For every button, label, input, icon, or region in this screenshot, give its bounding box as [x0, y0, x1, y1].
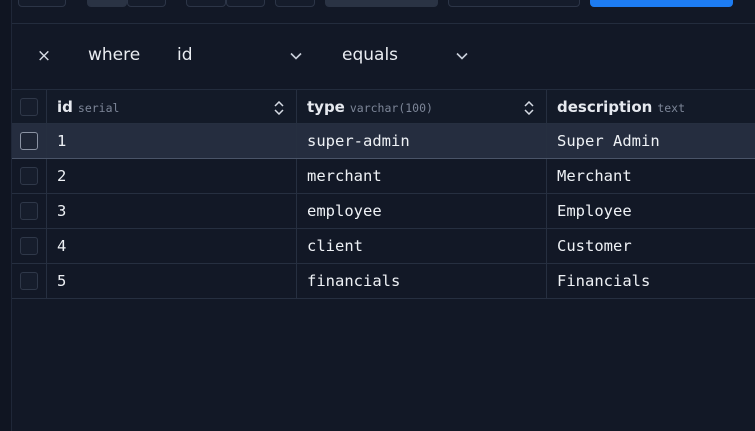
toolbar-segment-left[interactable]: [87, 0, 127, 7]
cell-type[interactable]: financials: [297, 264, 547, 298]
cell-value: Super Admin: [557, 132, 660, 150]
cell-value: Customer: [557, 237, 632, 255]
cell-value: Financials: [557, 272, 651, 290]
table-row[interactable]: 5 financials Financials: [12, 264, 755, 299]
cell-id[interactable]: 5: [47, 264, 297, 298]
cell-type[interactable]: employee: [297, 194, 547, 228]
cell-id[interactable]: 3: [47, 194, 297, 228]
cell-value: 1: [57, 132, 67, 150]
remove-filter-icon[interactable]: ×: [36, 44, 52, 68]
chevron-down-icon[interactable]: [456, 50, 468, 62]
chevron-down-icon[interactable]: [290, 50, 302, 62]
table-header-row: id serial type varchar(100) description …: [12, 90, 755, 124]
toolbar-segment-right-2[interactable]: [226, 0, 265, 7]
cell-value: Employee: [557, 202, 632, 220]
top-toolbar: [12, 0, 755, 24]
left-gutter: [0, 0, 12, 431]
row-checkbox[interactable]: [20, 237, 38, 255]
column-name: type: [307, 97, 345, 116]
data-table: id serial type varchar(100) description …: [12, 90, 755, 299]
toolbar-button-3[interactable]: [325, 0, 438, 7]
row-checkbox-cell: [12, 194, 47, 228]
cell-type[interactable]: client: [297, 229, 547, 263]
column-name: description: [557, 97, 653, 116]
cell-id[interactable]: 1: [47, 124, 297, 158]
filter-row: × where id equals: [12, 24, 755, 90]
column-name: id: [57, 97, 73, 116]
cell-type[interactable]: super-admin: [297, 124, 547, 158]
cell-description[interactable]: Employee: [547, 194, 755, 228]
row-checkbox[interactable]: [20, 132, 38, 150]
cell-id[interactable]: 2: [47, 159, 297, 193]
cell-type[interactable]: merchant: [297, 159, 547, 193]
toolbar-segment-left-2[interactable]: [186, 0, 226, 7]
table-row[interactable]: 2 merchant Merchant: [12, 159, 755, 194]
cell-value: employee: [307, 202, 382, 220]
filter-operator-select[interactable]: equals: [342, 45, 398, 65]
table-row[interactable]: 1 super-admin Super Admin: [12, 124, 755, 159]
table-row[interactable]: 4 client Customer: [12, 229, 755, 264]
row-checkbox-cell: [12, 229, 47, 263]
toolbar-button[interactable]: [18, 0, 66, 7]
cell-value: client: [307, 237, 363, 255]
table-row[interactable]: 3 employee Employee: [12, 194, 755, 229]
column-type: varchar(100): [349, 100, 433, 115]
cell-value: 2: [57, 167, 67, 185]
column-type: text: [657, 100, 686, 115]
row-checkbox[interactable]: [20, 272, 38, 290]
column-header-type[interactable]: type varchar(100): [297, 90, 547, 123]
select-all-checkbox[interactable]: [20, 97, 38, 116]
row-checkbox-cell: [12, 264, 47, 298]
column-header-description[interactable]: description text: [547, 90, 755, 123]
sort-icon[interactable]: [524, 100, 534, 116]
select-all-cell: [12, 90, 47, 123]
column-header-id[interactable]: id serial: [47, 90, 297, 123]
toolbar-button-2[interactable]: [275, 0, 315, 7]
cell-value: merchant: [307, 167, 382, 185]
row-checkbox-cell: [12, 124, 47, 158]
cell-description[interactable]: Financials: [547, 264, 755, 298]
cell-value: super-admin: [307, 132, 410, 150]
column-type: serial: [77, 100, 120, 115]
toolbar-input[interactable]: [448, 0, 580, 7]
cell-value: financials: [307, 272, 401, 290]
sort-icon[interactable]: [274, 100, 284, 116]
toolbar-primary-button[interactable]: [590, 0, 733, 7]
row-checkbox-cell: [12, 159, 47, 193]
filter-column-select[interactable]: id: [177, 45, 193, 65]
row-checkbox[interactable]: [20, 167, 38, 185]
filter-where-label: where: [88, 45, 141, 65]
cell-value: 4: [57, 237, 67, 255]
toolbar-segment-right[interactable]: [127, 0, 166, 7]
cell-value: 5: [57, 272, 67, 290]
cell-description[interactable]: Customer: [547, 229, 755, 263]
cell-description[interactable]: Super Admin: [547, 124, 755, 158]
cell-id[interactable]: 4: [47, 229, 297, 263]
row-checkbox[interactable]: [20, 202, 38, 220]
cell-value: Merchant: [557, 167, 632, 185]
cell-description[interactable]: Merchant: [547, 159, 755, 193]
cell-value: 3: [57, 202, 67, 220]
